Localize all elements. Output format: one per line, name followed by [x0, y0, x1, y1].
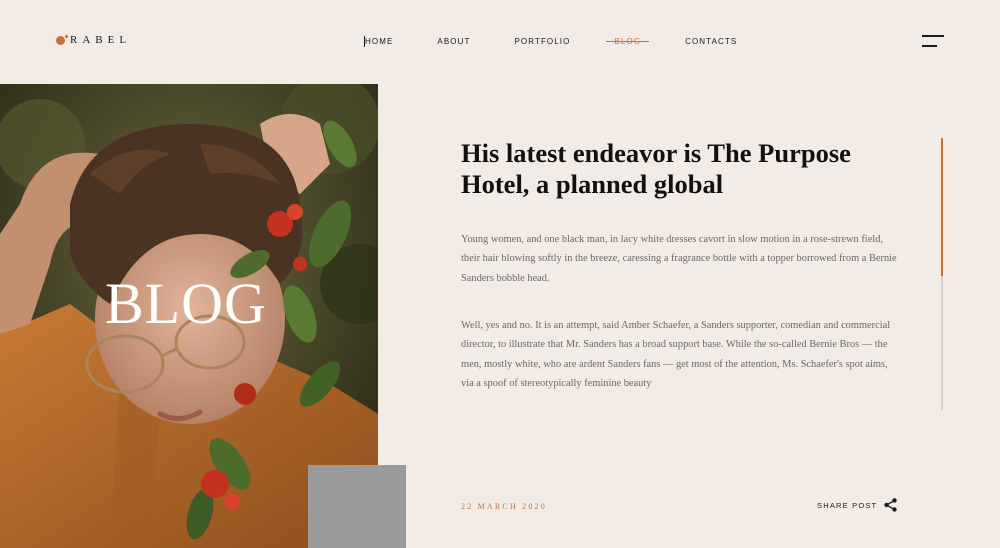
nav-item-about[interactable]: ABOUT [437, 37, 470, 46]
article-headline: His latest endeavor is The Purpose Hotel… [461, 138, 851, 199]
hamburger-icon[interactable] [922, 35, 946, 49]
site-header: RABEL HOME ABOUT PORTFOLIO BLOG CONTACTS [0, 0, 1000, 84]
nav-item-home[interactable]: HOME [363, 36, 393, 47]
logo-text: RABEL [70, 34, 132, 46]
post-date: 22 MARCH 2020 [461, 502, 547, 511]
share-label: SHARE POST [817, 500, 878, 510]
hero-title: BLOG [105, 271, 267, 336]
nav-item-portfolio[interactable]: PORTFOLIO [514, 37, 570, 46]
share-post-button[interactable]: SHARE POST [817, 498, 898, 512]
logo-mark-icon [56, 34, 68, 45]
menu-line [922, 35, 944, 37]
menu-line [922, 45, 937, 47]
article-paragraph: Well, yes and no. It is an attempt, said… [461, 320, 891, 390]
logo[interactable]: RABEL [56, 34, 131, 46]
share-icon [884, 498, 898, 512]
nav-item-contacts[interactable]: CONTACTS [685, 37, 737, 46]
nav-item-blog[interactable]: BLOG [606, 37, 649, 46]
main-nav: HOME ABOUT PORTFOLIO BLOG CONTACTS [363, 36, 781, 47]
scrollbar-thumb[interactable] [941, 138, 943, 276]
decorative-block [308, 465, 406, 548]
article-paragraph: Young women, and one black man, in lacy … [461, 234, 897, 284]
